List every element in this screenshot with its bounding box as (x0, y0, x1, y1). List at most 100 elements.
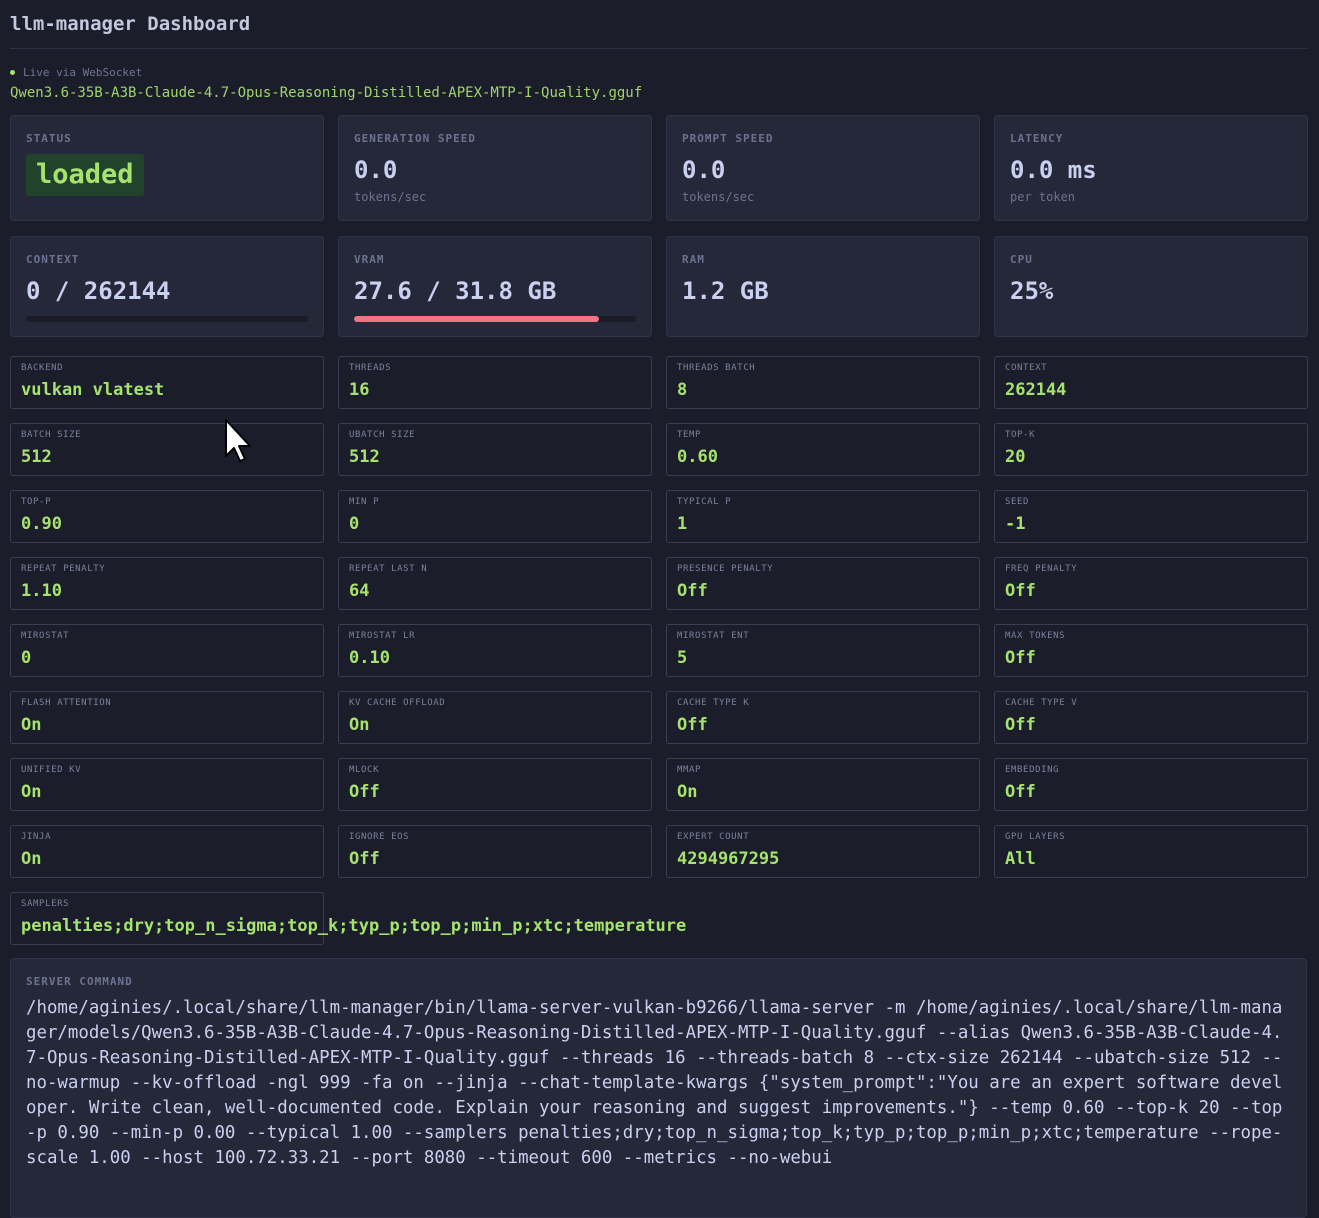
config-value: On (21, 715, 42, 735)
config-value: Off (677, 715, 708, 735)
stat-unit: tokens/sec (354, 190, 427, 204)
config-label: GPU LAYERS (1005, 832, 1066, 842)
config-label: TEMP (677, 430, 702, 440)
config-label: JINJA (21, 832, 52, 842)
config-label: FREQ PENALTY (1005, 564, 1078, 574)
config-label: EMBEDDING (1005, 765, 1060, 775)
stat-card-context: CONTEXT 0 / 262144 (10, 236, 324, 337)
stat-card-generation-speed: GENERATION SPEED 0.0 tokens/sec (338, 115, 652, 221)
config-label: MLOCK (349, 765, 380, 775)
config-card-temp: TEMP 0.60 (666, 423, 980, 476)
config-label: THREADS BATCH (677, 363, 756, 373)
config-value: Off (349, 782, 380, 802)
config-card-top-k: TOP-K 20 (994, 423, 1308, 476)
stats-row-2: CONTEXT 0 / 262144 VRAM 27.6 / 31.8 GB R… (10, 236, 1308, 337)
config-value: 0.60 (677, 447, 718, 467)
vram-usage-bar (354, 316, 636, 322)
stat-value: 0.0 (354, 156, 398, 184)
status-dot-icon (10, 69, 15, 75)
stat-value: 0.0 ms (1010, 156, 1097, 184)
config-card-freq-penalty: FREQ PENALTY Off (994, 557, 1308, 610)
config-card-mmap: MMAP On (666, 758, 980, 811)
config-value: 20 (1005, 447, 1026, 467)
config-label: EXPERT COUNT (677, 832, 750, 842)
config-label: MMAP (677, 765, 702, 775)
config-value: On (677, 782, 698, 802)
config-label: TOP-P (21, 497, 52, 507)
config-value: 4294967295 (677, 849, 780, 869)
stat-unit: tokens/sec (682, 190, 755, 204)
status-badge: loaded (26, 154, 144, 196)
context-usage-bar (26, 316, 308, 322)
vram-usage-fill (354, 316, 599, 322)
config-label: REPEAT PENALTY (21, 564, 106, 574)
config-label: CACHE TYPE K (677, 698, 750, 708)
config-card-mirostat-lr: MIROSTAT LR 0.10 (338, 624, 652, 677)
config-card-cache-type-k: CACHE TYPE K Off (666, 691, 980, 744)
stat-card-vram: VRAM 27.6 / 31.8 GB (338, 236, 652, 337)
config-value: Off (349, 849, 380, 869)
stat-card-cpu: CPU 25% (994, 236, 1308, 337)
config-label: TOP-K (1005, 430, 1036, 440)
config-label: CACHE TYPE V (1005, 698, 1078, 708)
config-value: 8 (677, 380, 688, 400)
config-label: THREADS (349, 363, 392, 373)
stats-row-1: STATUS loaded GENERATION SPEED 0.0 token… (10, 115, 1308, 221)
config-label: FLASH ATTENTION (21, 698, 112, 708)
config-label: BATCH SIZE (21, 430, 82, 440)
config-card-expert-count: EXPERT COUNT 4294967295 (666, 825, 980, 878)
stat-card-prompt-speed: PROMPT SPEED 0.0 tokens/sec (666, 115, 980, 221)
config-card-unified-kv: UNIFIED KV On (10, 758, 324, 811)
config-card-context: CONTEXT 262144 (994, 356, 1308, 409)
config-value: 0.10 (349, 648, 390, 668)
config-value: Off (1005, 581, 1036, 601)
config-label: TYPICAL P (677, 497, 732, 507)
stat-label: RAM (682, 253, 705, 266)
config-label: SAMPLERS (21, 899, 70, 909)
config-card-presence-penalty: PRESENCE PENALTY Off (666, 557, 980, 610)
config-value: Off (1005, 782, 1036, 802)
stat-label: CPU (1010, 253, 1033, 266)
config-card-batch-size: BATCH SIZE 512 (10, 423, 324, 476)
config-card-top-p: TOP-P 0.90 (10, 490, 324, 543)
config-card-mlock: MLOCK Off (338, 758, 652, 811)
config-card-backend: BACKEND vulkan vlatest (10, 356, 324, 409)
config-label: MIN P (349, 497, 380, 507)
config-card-repeat-penalty: REPEAT PENALTY 1.10 (10, 557, 324, 610)
config-label: BACKEND (21, 363, 64, 373)
config-card-jinja: JINJA On (10, 825, 324, 878)
stat-label: GENERATION SPEED (354, 132, 476, 145)
config-card-seed: SEED -1 (994, 490, 1308, 543)
config-card-max-tokens: MAX TOKENS Off (994, 624, 1308, 677)
config-label: CONTEXT (1005, 363, 1048, 373)
stat-value: 0 / 262144 (26, 277, 171, 305)
config-value: 0 (21, 648, 32, 668)
stat-label: PROMPT SPEED (682, 132, 774, 145)
config-grid: BACKEND vulkan vlatest THREADS 16 THREADS BA… (10, 356, 1308, 945)
config-value: 512 (349, 447, 380, 467)
stat-label: LATENCY (1010, 132, 1064, 145)
config-value: vulkan vlatest (21, 380, 165, 400)
config-label: PRESENCE PENALTY (677, 564, 774, 574)
config-label: IGNORE EOS (349, 832, 410, 842)
config-value: Off (677, 581, 708, 601)
config-card-threads: THREADS 16 (338, 356, 652, 409)
config-card-mirostat-ent: MIROSTAT ENT 5 (666, 624, 980, 677)
connection-status: Live via WebSocket (10, 65, 1307, 79)
config-value: 1 (677, 514, 688, 534)
config-card-threads-batch: THREADS BATCH 8 (666, 356, 980, 409)
connection-status-text: Live via WebSocket (23, 65, 143, 79)
config-label: UNIFIED KV (21, 765, 82, 775)
config-label: MIROSTAT ENT (677, 631, 750, 641)
config-value: 512 (21, 447, 52, 467)
config-card-mirostat: MIROSTAT 0 (10, 624, 324, 677)
config-card-min-p: MIN P 0 (338, 490, 652, 543)
config-card-gpu-layers: GPU LAYERS All (994, 825, 1308, 878)
config-value: -1 (1005, 514, 1026, 534)
config-value: 262144 (1005, 380, 1067, 400)
config-card-ubatch-size: UBATCH SIZE 512 (338, 423, 652, 476)
config-label: UBATCH SIZE (349, 430, 416, 440)
server-command-text: /home/aginies/.local/share/llm-manager/b… (26, 998, 1283, 1168)
config-value: 64 (349, 581, 370, 601)
config-value: On (21, 849, 42, 869)
